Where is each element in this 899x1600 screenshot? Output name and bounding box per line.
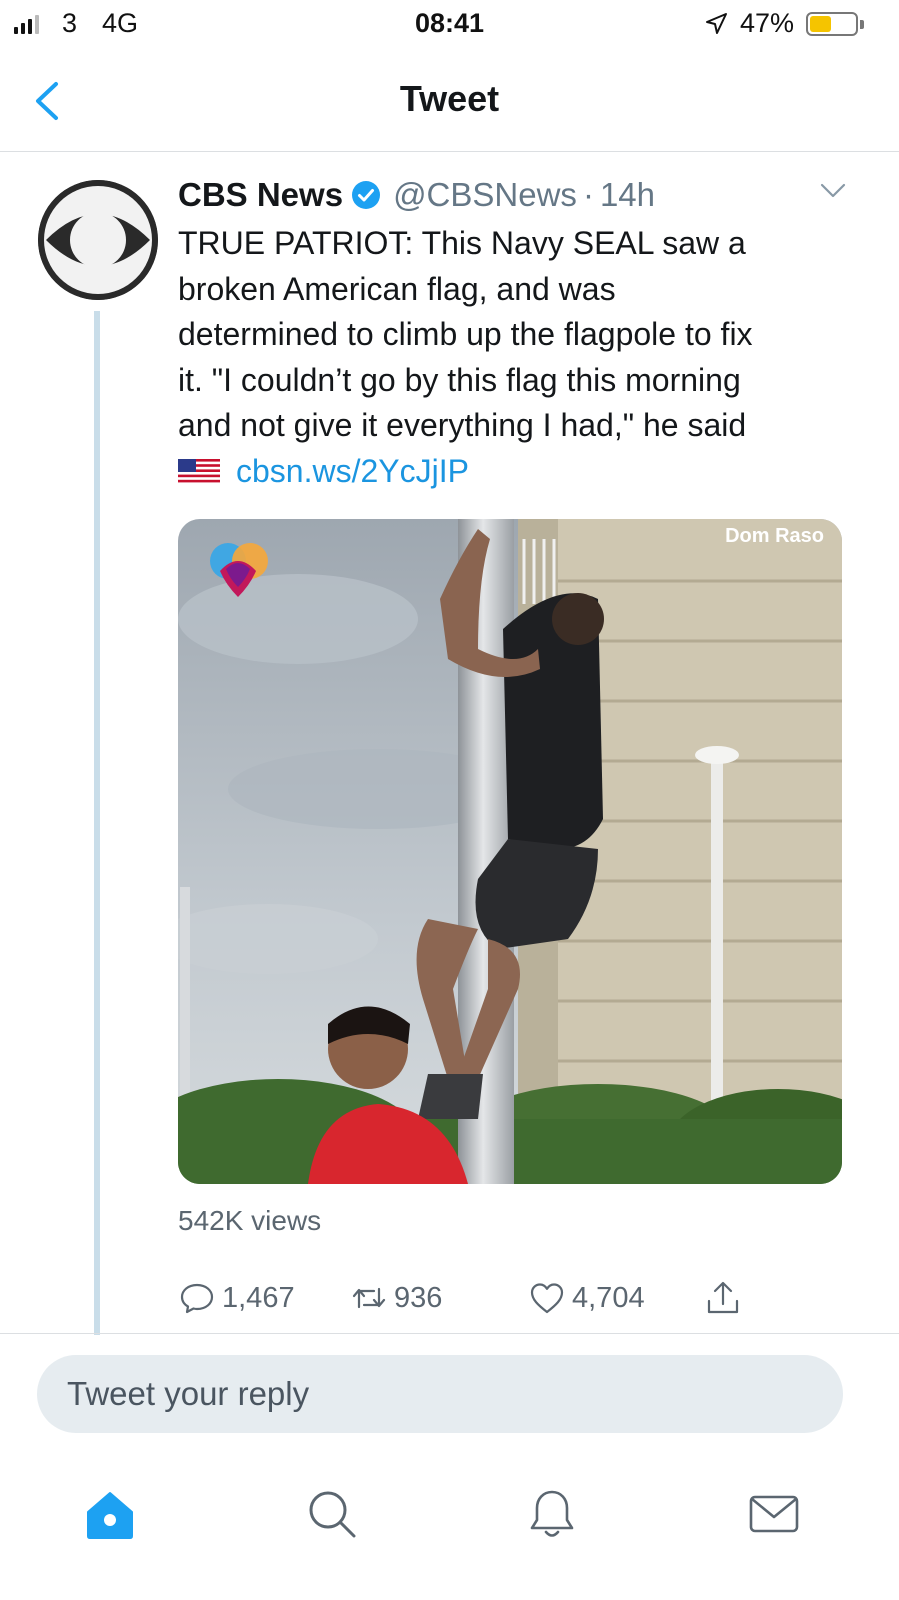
battery-percent: 47% bbox=[740, 8, 795, 38]
notifications-icon[interactable] bbox=[524, 1486, 580, 1542]
messages-icon[interactable] bbox=[746, 1486, 802, 1542]
battery-cap bbox=[860, 20, 864, 29]
retweet-button[interactable]: 936 bbox=[350, 1279, 442, 1317]
thread-line bbox=[94, 311, 100, 1335]
video-watermark: Dom Raso bbox=[725, 525, 824, 547]
verified-badge-icon bbox=[352, 181, 381, 209]
avatar[interactable] bbox=[38, 180, 158, 300]
divider bbox=[0, 1333, 899, 1334]
retweet-icon bbox=[352, 1287, 386, 1309]
author-handle[interactable]: @CBSNews bbox=[393, 176, 577, 214]
retweet-count: 936 bbox=[394, 1281, 443, 1314]
page-title: Tweet bbox=[399, 78, 500, 119]
tweet-text: TRUE PATRIOT: This Navy SEAL saw a broke… bbox=[178, 221, 858, 495]
heart-icon bbox=[530, 1283, 564, 1314]
reply-icon bbox=[180, 1283, 214, 1314]
cbs-eye-logo bbox=[38, 180, 158, 300]
tweet-header: CBS News @CBSNews · 14h bbox=[178, 173, 858, 217]
tweet-link[interactable]: cbsn.ws/2YcJjIP bbox=[236, 449, 469, 495]
like-count: 4,704 bbox=[572, 1281, 645, 1314]
battery-icon bbox=[806, 12, 858, 36]
tweet-video[interactable]: Dom Raso bbox=[178, 519, 842, 1184]
view-count: 542K views bbox=[178, 1205, 322, 1236]
tab-bar bbox=[0, 1460, 899, 1600]
reply-count: 1,467 bbox=[222, 1281, 295, 1314]
chevron-down-icon[interactable] bbox=[820, 183, 846, 199]
share-button[interactable] bbox=[704, 1279, 742, 1317]
tweet-text-line: broken American flag, and was bbox=[178, 270, 616, 307]
tweet-body: CBS News @CBSNews · 14h TRUE PATRIOT: Th… bbox=[178, 173, 858, 495]
us-flag-icon bbox=[178, 458, 220, 485]
location-arrow-icon bbox=[706, 13, 727, 34]
reply-button[interactable]: 1,467 bbox=[178, 1279, 295, 1317]
separator-dot: · bbox=[582, 176, 594, 213]
search-icon[interactable] bbox=[304, 1486, 360, 1542]
video-frame bbox=[178, 519, 842, 1184]
link-row: cbsn.ws/2YcJjIP bbox=[178, 449, 858, 495]
reply-input[interactable]: Tweet your reply bbox=[37, 1355, 843, 1433]
tweet-text-line: and not give it everything I had," he sa… bbox=[178, 407, 747, 443]
tweet: CBS News @CBSNews · 14h TRUE PATRIOT: Th… bbox=[0, 153, 899, 1335]
tweet-text-line: it. "I couldn’t go by this flag this mor… bbox=[178, 361, 741, 398]
share-icon bbox=[707, 1281, 739, 1314]
like-button[interactable]: 4,704 bbox=[528, 1279, 645, 1317]
tweet-text-line: TRUE PATRIOT: This Navy SEAL saw a bbox=[178, 225, 746, 261]
home-icon[interactable] bbox=[82, 1486, 138, 1542]
nav-bar: Tweet bbox=[0, 50, 899, 152]
reply-placeholder: Tweet your reply bbox=[67, 1375, 310, 1412]
tweet-actions: 1,467 936 4,704 bbox=[178, 1279, 778, 1319]
battery-fill bbox=[810, 16, 831, 32]
status-bar: 3 4G 08:41 47% bbox=[0, 0, 899, 50]
tweet-text-line: determined to climb up the flagpole to f… bbox=[178, 316, 753, 352]
author-name[interactable]: CBS News bbox=[178, 176, 343, 214]
tweet-age: 14h bbox=[599, 176, 655, 213]
